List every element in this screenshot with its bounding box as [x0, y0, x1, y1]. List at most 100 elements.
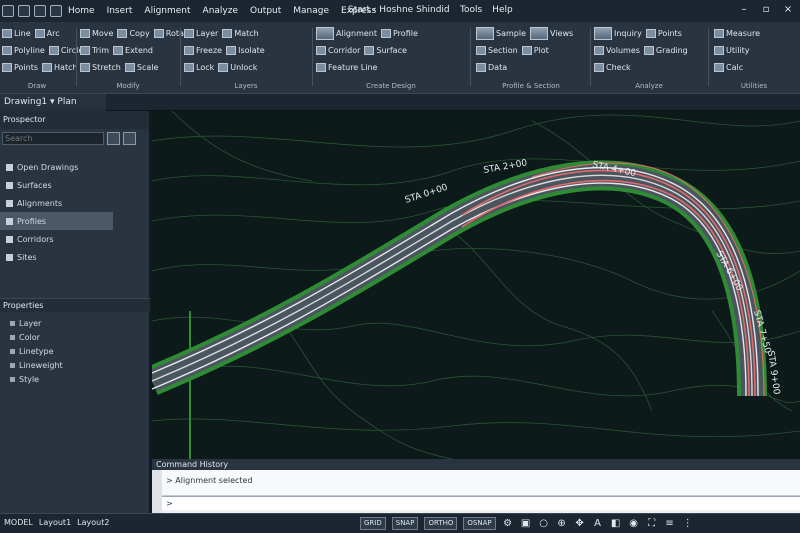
status-toggles: GRID SNAP ORTHO OSNAP ⚙ ▣ ○ ⊕ ✥ A ◧ ◉ ⛶ … [360, 517, 694, 530]
trim-button[interactable]: Trim [80, 45, 109, 55]
match-button[interactable]: Match [222, 28, 259, 38]
check-button[interactable]: Check [594, 62, 631, 72]
corridor[interactable] [152, 160, 767, 397]
menu-tools[interactable]: Tools [460, 5, 482, 15]
views-button[interactable]: Views [530, 26, 573, 40]
freeze-button[interactable]: Freeze [184, 45, 222, 55]
volumes-button[interactable]: Volumes [594, 45, 640, 55]
open-icon[interactable] [18, 5, 30, 17]
station-label: STA 0+00 [404, 183, 449, 206]
property-row[interactable]: Layer [0, 316, 63, 330]
zoom-icon[interactable]: ⊕ [556, 518, 568, 530]
snap-toggle[interactable]: SNAP [391, 517, 419, 530]
measure-button[interactable]: Measure [714, 28, 760, 38]
bullet-icon [10, 334, 15, 340]
utility-button[interactable]: Utility [714, 45, 750, 55]
ribbon-group-title: Create Design [366, 82, 416, 90]
prospector-panel: Prospector Open Drawings Surfaces Alignm… [0, 111, 150, 513]
menu-alignment[interactable]: Alignment [144, 6, 190, 16]
unlock-button[interactable]: Unlock [218, 62, 257, 72]
tree-node[interactable]: Sites [0, 248, 149, 266]
menu-help[interactable]: Help [492, 5, 513, 15]
status-bar: MODEL Layout1 Layout2 GRID SNAP ORTHO OS… [0, 513, 800, 533]
settings-icon[interactable]: ⋮ [682, 518, 694, 530]
filter-icon[interactable] [107, 132, 120, 145]
fullscreen-icon[interactable]: ⛶ [646, 518, 658, 530]
section-button[interactable]: Section [476, 45, 518, 55]
points-analyze-button[interactable]: Points [645, 28, 682, 38]
ortho-toggle[interactable]: ORTHO [424, 517, 458, 530]
move-button[interactable]: Move [80, 28, 113, 38]
plot-button[interactable]: Plot [521, 45, 549, 55]
ribbon-separator [312, 28, 313, 86]
layer-button[interactable]: Layer [184, 28, 218, 38]
hatch-button[interactable]: Hatch [42, 62, 78, 72]
isolate-button[interactable]: Isolate [226, 45, 265, 55]
property-row[interactable]: Color [0, 330, 63, 344]
circle-button[interactable]: Circle [48, 45, 83, 55]
refresh-icon[interactable] [123, 132, 136, 145]
menu-manage[interactable]: Manage [293, 6, 329, 16]
points-button[interactable]: Points [2, 62, 38, 72]
drawing-svg[interactable]: STA 0+00 STA 2+00 STA 4+00 STA 6+00 STA … [152, 111, 800, 459]
search-icon[interactable]: ○ [538, 518, 550, 530]
command-header: Command History [152, 459, 800, 470]
grid-toggle[interactable]: GRID [360, 517, 386, 530]
hardware-icon[interactable]: ◧ [610, 518, 622, 530]
calc-button[interactable]: Calc [714, 62, 743, 72]
data-button[interactable]: Data [476, 62, 507, 72]
alignment-button[interactable]: Alignment [316, 26, 377, 40]
save-icon[interactable] [34, 5, 46, 17]
tree-node[interactable]: Alignments [0, 194, 149, 212]
isolate-icon[interactable]: ◉ [628, 518, 640, 530]
print-icon[interactable] [50, 5, 62, 17]
annotation-icon[interactable]: A [592, 518, 604, 530]
tab-layout2[interactable]: Layout2 [77, 518, 109, 527]
menu-output[interactable]: Output [250, 6, 281, 16]
profile-button[interactable]: Profile [381, 28, 418, 38]
tab-model[interactable]: MODEL [4, 518, 33, 527]
command-input[interactable]: > [152, 496, 800, 510]
menu-analyze[interactable]: Analyze [203, 6, 238, 16]
tree-node[interactable]: Corridors [0, 230, 149, 248]
tab-layout1[interactable]: Layout1 [39, 518, 71, 527]
tree-node-selected[interactable]: Profiles [0, 212, 113, 230]
menu-insert[interactable]: Insert [107, 6, 133, 16]
lock-button[interactable]: Lock [184, 62, 214, 72]
extend-button[interactable]: Extend [113, 45, 153, 55]
tree-node[interactable]: Open Drawings [0, 158, 149, 176]
menu-home[interactable]: Home [68, 6, 95, 16]
search-input[interactable] [2, 132, 104, 145]
gear-icon[interactable]: ⚙ [502, 518, 514, 530]
drawing-canvas[interactable]: STA 0+00 STA 2+00 STA 4+00 STA 6+00 STA … [152, 111, 800, 459]
pan-icon[interactable]: ✥ [574, 518, 586, 530]
tree-node[interactable]: Surfaces [0, 176, 149, 194]
ribbon-group-title: Layers [234, 82, 258, 90]
arc-button[interactable]: Arc [34, 28, 60, 38]
polyline-button[interactable]: Polyline [2, 45, 45, 55]
corridor-button[interactable]: Corridor [316, 45, 360, 55]
stretch-button[interactable]: Stretch [80, 62, 121, 72]
ribbon-group-title: Utilities [740, 82, 768, 90]
close-icon[interactable]: × [780, 3, 796, 17]
lock-icon[interactable]: ▣ [520, 518, 532, 530]
minimize-icon[interactable]: – [736, 3, 752, 17]
property-row[interactable]: Linetype [0, 344, 63, 358]
surface-button[interactable]: Surface [364, 45, 407, 55]
scale-button[interactable]: Scale [124, 62, 158, 72]
document-tab[interactable]: Drawing1 ▾ Plan [0, 94, 106, 111]
bullet-icon [10, 376, 15, 382]
command-window: Command History > Alignment selected > [152, 459, 800, 513]
sample-button[interactable]: Sample [476, 26, 526, 40]
property-row[interactable]: Style [0, 372, 63, 386]
menu-icon[interactable]: ≡ [664, 518, 676, 530]
restore-icon[interactable]: ▫ [758, 3, 774, 17]
inquiry-button[interactable]: Inquiry [594, 26, 642, 40]
grading-button[interactable]: Grading [643, 45, 688, 55]
property-row[interactable]: Lineweight [0, 358, 63, 372]
copy-button[interactable]: Copy [117, 28, 150, 38]
osnap-toggle[interactable]: OSNAP [463, 517, 496, 530]
line-button[interactable]: Line [2, 28, 31, 38]
feature-line-button[interactable]: Feature Line [316, 62, 377, 72]
new-icon[interactable] [2, 5, 14, 17]
